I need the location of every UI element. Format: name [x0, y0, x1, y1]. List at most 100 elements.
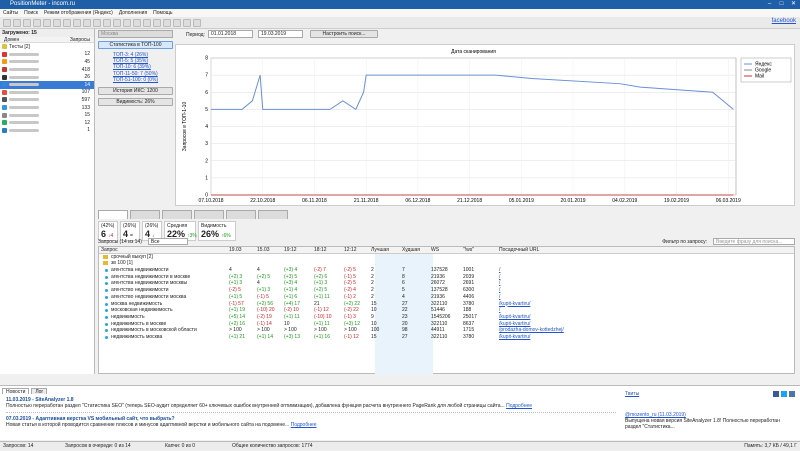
toolbar-button-4-icon[interactable] [43, 19, 51, 27]
date-from-input[interactable]: 01.01.2018 [208, 30, 253, 38]
grid-column-header[interactable]: "!ws" [463, 247, 474, 254]
maximize-button[interactable]: □ [777, 1, 786, 8]
tweets-link[interactable]: Твиты [625, 391, 639, 397]
top-51-100-link[interactable]: ТОП-51-100: 0 (0%) [113, 77, 158, 83]
news-1-more-link[interactable]: Подробнее [506, 403, 532, 409]
toolbar-button-6-icon[interactable] [63, 19, 71, 27]
menu-addons[interactable]: Дополнения [119, 9, 147, 17]
grid-column-header[interactable]: Запрос [101, 247, 118, 254]
table-row[interactable]: московская недвижимость (+1) 19 (-10) 20 (-… [99, 307, 794, 314]
toolbar-button-12-icon[interactable] [123, 19, 131, 27]
landing-url-link[interactable]: /kupit-kvartiru/ [499, 321, 530, 328]
toolbar-button-15-icon[interactable] [153, 19, 161, 27]
landing-url-link[interactable]: / [499, 274, 500, 281]
toolbar-button-16-icon[interactable] [163, 19, 171, 27]
table-row[interactable]: агентство недвижимости (-2) 5 (+1) 3 (+1) 4… [99, 287, 794, 294]
grid-column-header[interactable]: Посадочный URL [499, 247, 539, 254]
landing-url-link[interactable]: /kupit-kvartiru/ [499, 301, 530, 308]
table-row[interactable]: москва недвижимость (-1) 57 (+2) 56 (+4) 17… [99, 301, 794, 308]
site-item[interactable]: 107 [0, 89, 94, 97]
landing-url-link[interactable]: / [499, 294, 500, 301]
landing-url-link[interactable]: /kupit-kvartiru/ [499, 334, 530, 341]
top-11-50-link[interactable]: ТОП-11-50: 7 (50%) [113, 71, 158, 77]
table-row[interactable]: агентства недвижимости в москве (+2) 3 (+2… [99, 274, 794, 281]
site-item[interactable]: 12 [0, 119, 94, 127]
toolbar-button-2-icon[interactable] [23, 19, 31, 27]
minimize-button[interactable]: – [765, 1, 774, 8]
landing-url-link[interactable]: / [499, 267, 500, 274]
site-item[interactable]: 1 [0, 127, 94, 135]
tab-engine-6[interactable] [258, 210, 288, 219]
site-item[interactable]: Тесты [2] [0, 43, 94, 51]
grid-column-header[interactable]: Лучшая [371, 247, 389, 254]
table-row[interactable]: недвижимость москва (+1) 21 (+1) 14 (+3) 13… [99, 334, 794, 341]
menu-search[interactable]: Поиск [24, 9, 38, 17]
site-item[interactable]: 12 [0, 51, 94, 59]
landing-url-link[interactable]: /kupit-kvartiru/ [499, 314, 530, 321]
site-item[interactable]: 597 [0, 96, 94, 104]
site-item[interactable]: 15 [0, 111, 94, 119]
top-5-link[interactable]: ТОП-5: 5 (35%) [113, 58, 148, 64]
vk-icon[interactable] [789, 391, 795, 397]
menu-sites[interactable]: Сайты [3, 9, 18, 17]
top-10-link[interactable]: ТОП-10: 6 (39%) [113, 64, 151, 70]
region-select[interactable]: Москва [98, 30, 173, 38]
grid-column-header[interactable]: 19.03 [229, 247, 242, 254]
tab-news[interactable]: Новости [2, 388, 30, 395]
date-to-input[interactable]: 19.03.2019 [258, 30, 303, 38]
top-3-link[interactable]: ТОП-3: 4 (26%) [113, 52, 148, 58]
table-row[interactable]: недвижимость (+5) 14 (-2) 19 (+1) 11 (-10) 1… [99, 314, 794, 321]
landing-url-link[interactable]: / [499, 307, 500, 314]
group-row[interactable]: срочный выкуп [2] [99, 254, 794, 261]
col-domain[interactable]: Домен [4, 37, 19, 43]
toolbar-button-13-icon[interactable] [133, 19, 141, 27]
grid-column-header[interactable]: 18:12 [314, 247, 327, 254]
site-item[interactable]: 45 [0, 58, 94, 66]
configure-search-button[interactable]: Настроить поиск... [310, 30, 378, 38]
toolbar-button-18-icon[interactable] [183, 19, 191, 27]
site-item[interactable]: 26 [0, 73, 94, 81]
toolbar-button-7-icon[interactable] [73, 19, 81, 27]
toolbar-button-17-icon[interactable] [173, 19, 181, 27]
landing-url-link[interactable]: /prodazha-domov-kottedzhej/ [499, 327, 564, 334]
iks-history-button[interactable]: История ИКС: 1200 [98, 87, 173, 95]
landing-url-link[interactable]: / [499, 287, 500, 294]
toolbar-button-8-icon[interactable] [83, 19, 91, 27]
news-2-more-link[interactable]: Подробнее [291, 422, 317, 428]
toolbar-button-10-icon[interactable] [103, 19, 111, 27]
toolbar-button-1-icon[interactable] [13, 19, 21, 27]
toolbar-button-0-icon[interactable] [3, 19, 11, 27]
table-row[interactable]: агентства недвижимости москвы (+1) 3 4 (+3)… [99, 280, 794, 287]
menu-help[interactable]: Помощь [153, 9, 172, 17]
filter-input[interactable]: Введите фразу для поиска... [713, 238, 795, 245]
toolbar-button-9-icon[interactable] [93, 19, 101, 27]
tab-engine-5[interactable] [226, 210, 256, 219]
tab-log[interactable]: Лог [31, 388, 48, 395]
table-row[interactable]: агентства недвижимости 4 4 (+3) 4 (-2) 7 (-2)… [99, 267, 794, 274]
site-item[interactable]: 14 [0, 80, 94, 89]
grid-column-header[interactable]: 19:12 [284, 247, 297, 254]
twitter-icon[interactable] [781, 391, 787, 397]
grid-column-header[interactable]: 12:12 [344, 247, 357, 254]
stats-top100-button[interactable]: Статистика в ТОП-100 [98, 41, 173, 49]
toolbar-button-14-icon[interactable] [143, 19, 151, 27]
site-item[interactable]: 133 [0, 104, 94, 112]
group-row[interactable]: зв 100 [1] [99, 260, 794, 267]
tab-engine-3[interactable] [162, 210, 192, 219]
table-row[interactable]: агентство недвижимости москва (+1) 5 (-1) … [99, 294, 794, 301]
toolbar-button-5-icon[interactable] [53, 19, 61, 27]
toolbar-button-3-icon[interactable] [33, 19, 41, 27]
table-row[interactable]: недвижимость в московской области > 100 > … [99, 327, 794, 334]
facebook-icon[interactable] [773, 391, 779, 397]
tab-engine-2[interactable] [130, 210, 160, 219]
table-row[interactable]: недвижимость в москве (+2) 16 (-1) 14 10 (+1… [99, 321, 794, 328]
menu-view-mode[interactable]: Режим отображения (Яндекс) [44, 9, 113, 17]
col-queries[interactable]: Запросы [70, 37, 90, 43]
landing-url-link[interactable]: / [499, 280, 500, 287]
toolbar-button-11-icon[interactable] [113, 19, 121, 27]
grid-column-header[interactable]: WS [431, 247, 439, 254]
visibility-button[interactable]: Видимость: 26% [98, 98, 173, 106]
close-button[interactable]: ✕ [789, 1, 798, 8]
grid-column-header[interactable]: 15.03 [257, 247, 270, 254]
facebook-link[interactable]: facebook [772, 18, 796, 24]
